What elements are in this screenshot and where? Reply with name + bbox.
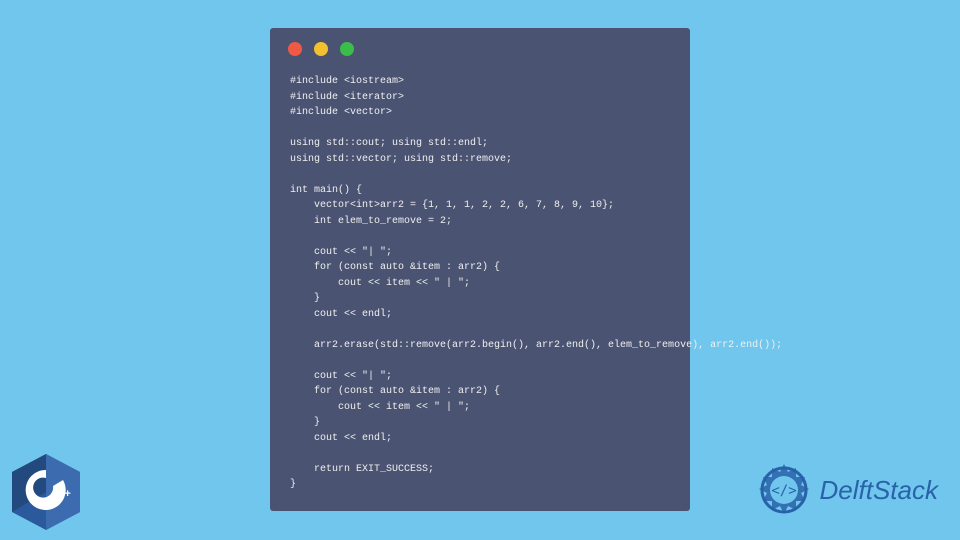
delftstack-logo: </> DelftStack	[754, 460, 939, 520]
code-window: #include <iostream> #include <iterator> …	[270, 28, 690, 511]
svg-text:++: ++	[58, 488, 71, 500]
cpp-logo: ++	[10, 452, 82, 532]
window-controls	[270, 28, 690, 66]
delftstack-brand-text: DelftStack	[820, 475, 939, 506]
svg-text:</>: </>	[771, 483, 796, 499]
minimize-icon[interactable]	[314, 42, 328, 56]
maximize-icon[interactable]	[340, 42, 354, 56]
cpp-hexagon-icon: ++	[10, 452, 82, 532]
close-icon[interactable]	[288, 42, 302, 56]
delftstack-gear-icon: </>	[754, 460, 814, 520]
code-content: #include <iostream> #include <iterator> …	[270, 66, 690, 511]
